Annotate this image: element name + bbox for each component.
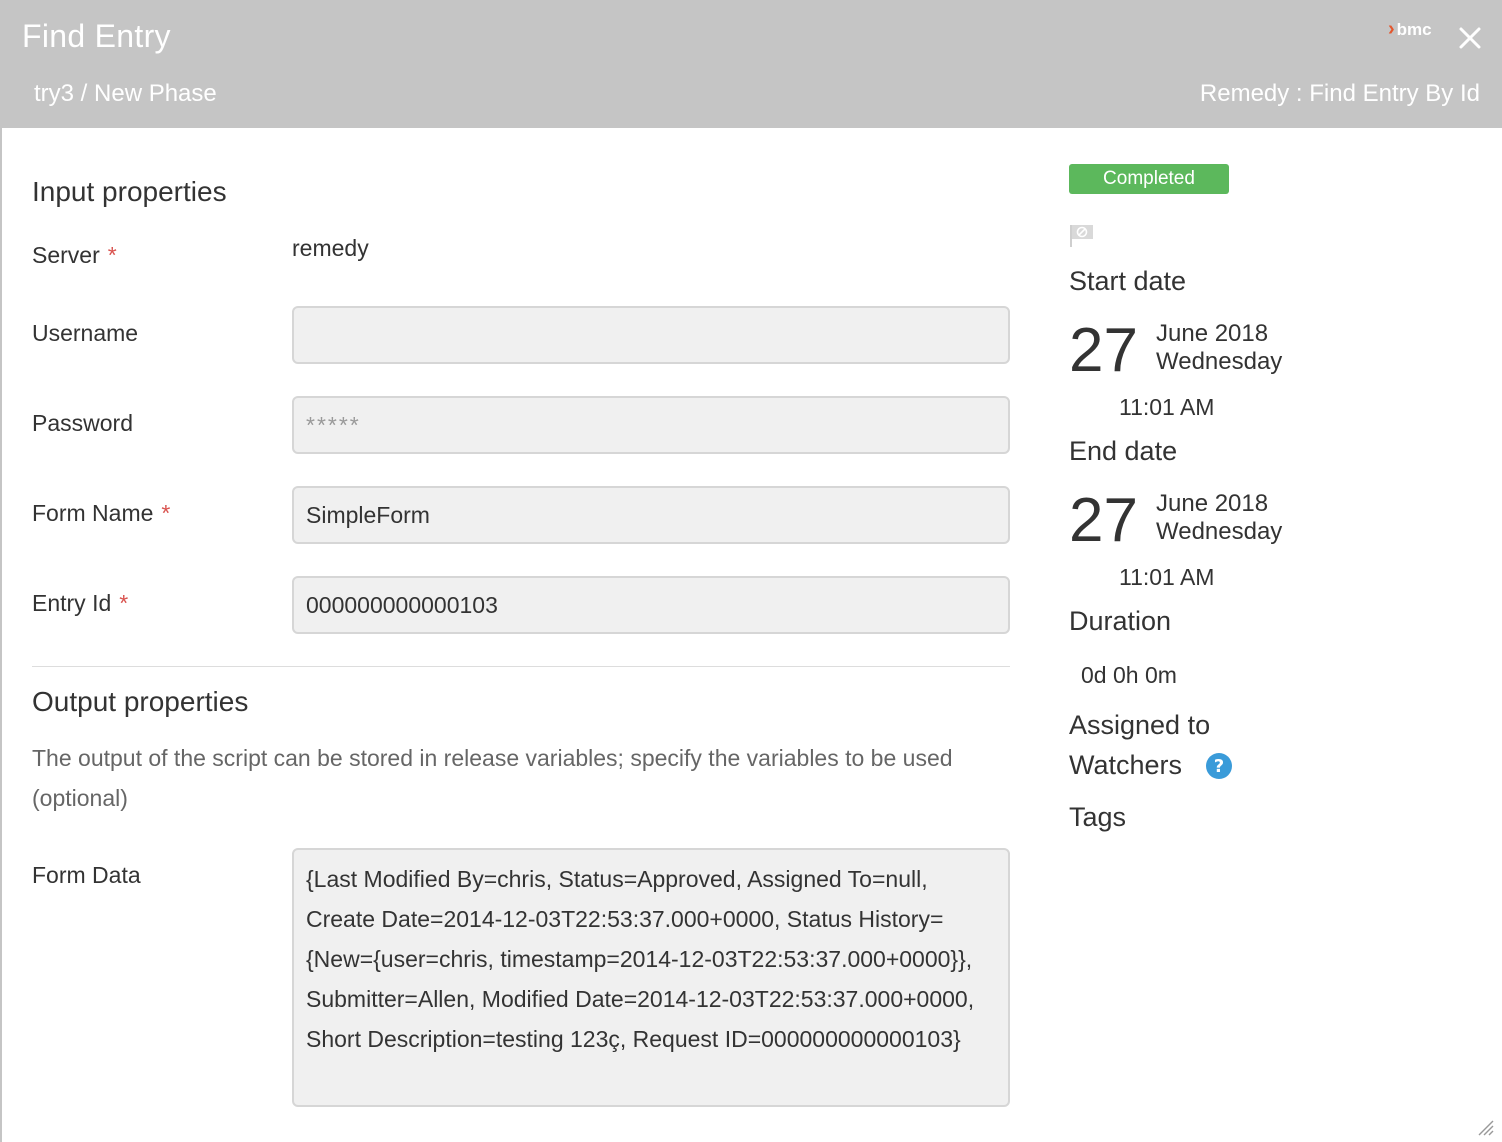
entry-id-field[interactable]: 000000000000103 [292, 576, 1010, 634]
server-label-text: Server [32, 242, 100, 268]
start-time: 11:01 AM [1119, 394, 1215, 420]
end-time: 11:01 AM [1119, 564, 1215, 590]
server-label: Server * [32, 242, 117, 269]
username-label: Username [32, 320, 138, 347]
status-badge: Completed [1069, 164, 1229, 194]
username-label-text: Username [32, 320, 139, 346]
entry-id-label: Entry Id * [32, 590, 128, 617]
password-field[interactable]: ***** [292, 396, 1010, 454]
output-properties-title: Output properties [32, 686, 249, 717]
assigned-to-heading: Assigned to [1069, 710, 1211, 740]
password-label: Password [32, 410, 133, 437]
bmc-logo-mark: › [1388, 18, 1395, 40]
required-mark: * [161, 500, 171, 526]
input-properties-title: Input properties [32, 176, 227, 207]
form-data-label: Form Data [32, 862, 141, 889]
server-value: remedy [292, 235, 369, 261]
bmc-logo-text: bmc [1396, 19, 1432, 39]
form-name-label: Form Name * [32, 500, 170, 527]
start-weekday: Wednesday [1156, 348, 1283, 375]
start-date-heading: Start date [1069, 266, 1187, 296]
dialog-border [0, 128, 2, 1142]
duration-value: 0d 0h 0m [1081, 662, 1177, 688]
flag-icon[interactable] [1067, 220, 1097, 250]
task-type: Remedy : Find Entry By Id [1199, 80, 1480, 107]
watchers-heading: Watchers [1069, 750, 1183, 780]
close-icon[interactable] [1456, 24, 1484, 52]
form-name-field[interactable]: SimpleForm [292, 486, 1010, 544]
start-month-year: June 2018 [1156, 320, 1269, 347]
end-date-heading: End date [1069, 436, 1178, 466]
form-name-label-text: Form Name [32, 500, 154, 526]
end-weekday: Wednesday [1156, 518, 1283, 545]
required-mark: * [107, 242, 117, 268]
tags-heading: Tags [1069, 802, 1127, 832]
form-data-field[interactable]: {Last Modified By=chris, Status=Approved… [292, 848, 1010, 1107]
start-day: 27 [1069, 316, 1138, 385]
end-month-year: June 2018 [1156, 490, 1269, 517]
breadcrumb: try3 / New Phase [34, 80, 217, 107]
required-mark: * [119, 590, 129, 616]
dialog-title: Find Entry [22, 18, 171, 54]
svg-text:?: ? [1214, 756, 1224, 777]
duration-heading: Duration [1069, 606, 1172, 636]
output-help-text: The output of the script can be stored i… [32, 745, 953, 811]
bmc-logo: › bmc [1388, 18, 1432, 41]
dialog-header: Find Entry try3 / New Phase Remedy : Fin… [0, 0, 1502, 128]
form-data-label-text: Form Data [32, 862, 141, 888]
username-field[interactable] [292, 306, 1010, 364]
password-label-text: Password [32, 410, 133, 436]
section-divider [32, 666, 1010, 667]
resize-handle-icon[interactable] [1476, 1118, 1494, 1136]
help-icon[interactable]: ? [1205, 752, 1233, 780]
end-day: 27 [1069, 486, 1138, 555]
entry-id-label-text: Entry Id [32, 590, 112, 616]
